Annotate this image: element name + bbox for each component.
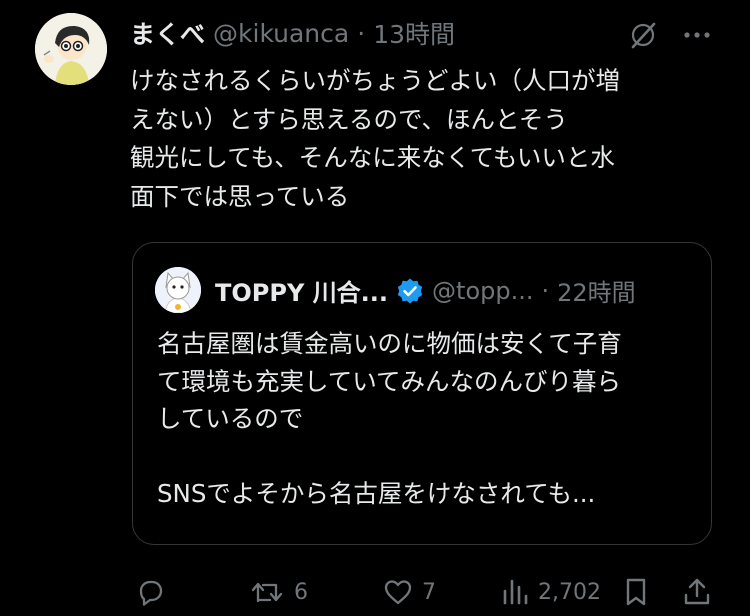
quoted-separator: · [541, 276, 550, 305]
view-count: 2,702 [538, 579, 601, 605]
verified-badge-icon [397, 278, 423, 303]
tweet-header: まくべ @kikuanca · 13時間 [130, 16, 455, 50]
retweet-icon [251, 582, 283, 603]
retweet-count: 6 [294, 579, 308, 605]
bookmark-button[interactable] [622, 572, 650, 612]
tweet-text-line: けなされるくらいがちょうどよい（人口が増 [130, 66, 620, 95]
quoted-text-line: SNSでよそから名古屋をけなされても... [157, 479, 596, 508]
tweet-text-line: 面下では思っている [130, 181, 350, 211]
like-count: 7 [422, 579, 436, 605]
tweet-text: けなされるくらいがちょうどよい（人口が増 えない）とすら思えるので、ほんとそう … [130, 62, 720, 216]
bookmark-icon [626, 578, 646, 606]
quoted-text-line: しているので [157, 404, 304, 433]
author-handle[interactable]: @kikuanca [213, 19, 349, 48]
tweet-text-line: えない）とすら思えるので、ほんとそう [130, 104, 568, 134]
share-button[interactable] [682, 572, 712, 612]
quoted-author-avatar[interactable] [155, 267, 201, 313]
quoted-text: 名古屋圏は賃金高いのに物価は安くて子育 て環境も充実していてみんなのんびり暮ら … [157, 325, 697, 513]
tweet-time[interactable]: 13時間 [373, 15, 455, 51]
quoted-text-line [157, 438, 697, 476]
quoted-header: TOPPY 川合... @topp... · 22時間 [215, 273, 636, 308]
retweet-button[interactable]: 6 [250, 572, 308, 612]
quoted-author-name[interactable]: TOPPY 川合... [215, 273, 388, 308]
quoted-tweet[interactable]: TOPPY 川合... @topp... · 22時間 名古屋圏は賃金高いのに物… [132, 242, 712, 545]
quoted-author-handle[interactable]: @topp... [432, 277, 533, 305]
author-name[interactable]: まくべ [130, 15, 205, 51]
quoted-text-line: 名古屋圏は賃金高いのに物価は安くて子育 [157, 329, 622, 358]
heart-icon [384, 580, 412, 605]
tweet-text-line: 観光にしても、そんなに来なくてもいいと水 [130, 143, 615, 172]
header-separator: · [357, 18, 366, 48]
quoted-text-line: て環境も充実していてみんなのんびり暮ら [157, 366, 622, 396]
like-button[interactable]: 7 [382, 572, 436, 612]
views-button[interactable]: 2,702 [500, 572, 601, 612]
reply-button[interactable] [134, 572, 174, 612]
quoted-time[interactable]: 22時間 [557, 273, 636, 308]
author-avatar[interactable] [35, 13, 107, 85]
share-icon [684, 578, 710, 605]
avatar-illustration [35, 13, 107, 85]
action-bar: 6 7 2,702 [0, 572, 750, 612]
quoted-avatar-illustration [155, 267, 201, 313]
reply-icon [139, 580, 163, 606]
more-icon[interactable] [679, 20, 715, 50]
views-icon [503, 579, 528, 605]
grok-icon[interactable] [628, 20, 658, 50]
